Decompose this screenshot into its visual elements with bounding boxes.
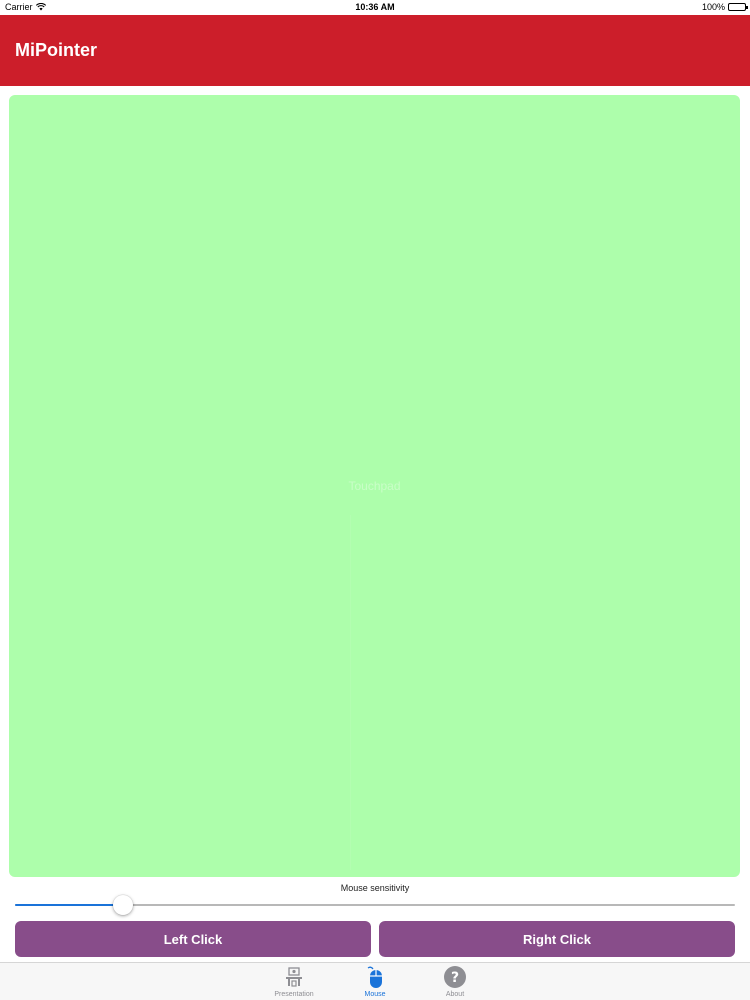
- slider-fill: [15, 904, 123, 906]
- tab-label: Mouse: [364, 991, 386, 998]
- svg-text:?: ?: [451, 970, 459, 986]
- battery-icon: [728, 3, 748, 11]
- touchpad-divider: [350, 515, 351, 870]
- navigation-bar: MiPointer: [0, 15, 750, 86]
- tab-mouse[interactable]: Mouse: [335, 965, 415, 998]
- tab-bar: Presentation Mouse ? About: [0, 962, 750, 1000]
- status-time: 10:36 AM: [355, 2, 395, 12]
- sensitivity-slider[interactable]: [15, 895, 735, 915]
- tab-label: About: [445, 991, 465, 998]
- status-bar: Carrier 10:36 AM 100%: [0, 0, 750, 15]
- sensitivity-label: Mouse sensitivity: [340, 883, 410, 893]
- left-click-button[interactable]: Left Click: [15, 921, 371, 957]
- mouse-icon: [367, 966, 382, 988]
- battery-percent: 100%: [701, 2, 725, 12]
- tab-presentation[interactable]: Presentation: [254, 965, 334, 998]
- tab-about[interactable]: ? About: [415, 965, 495, 998]
- battery-info: 100%: [701, 2, 748, 12]
- touchpad-hint: Touchpad: [348, 479, 401, 493]
- tab-label: Presentation: [274, 991, 314, 998]
- slider-thumb[interactable]: [113, 895, 133, 915]
- touchpad-area[interactable]: Touchpad: [9, 95, 740, 877]
- question-icon: ?: [444, 966, 466, 988]
- right-click-button[interactable]: Right Click: [379, 921, 735, 957]
- presentation-icon: [286, 967, 302, 987]
- app-title: MiPointer: [15, 40, 98, 60]
